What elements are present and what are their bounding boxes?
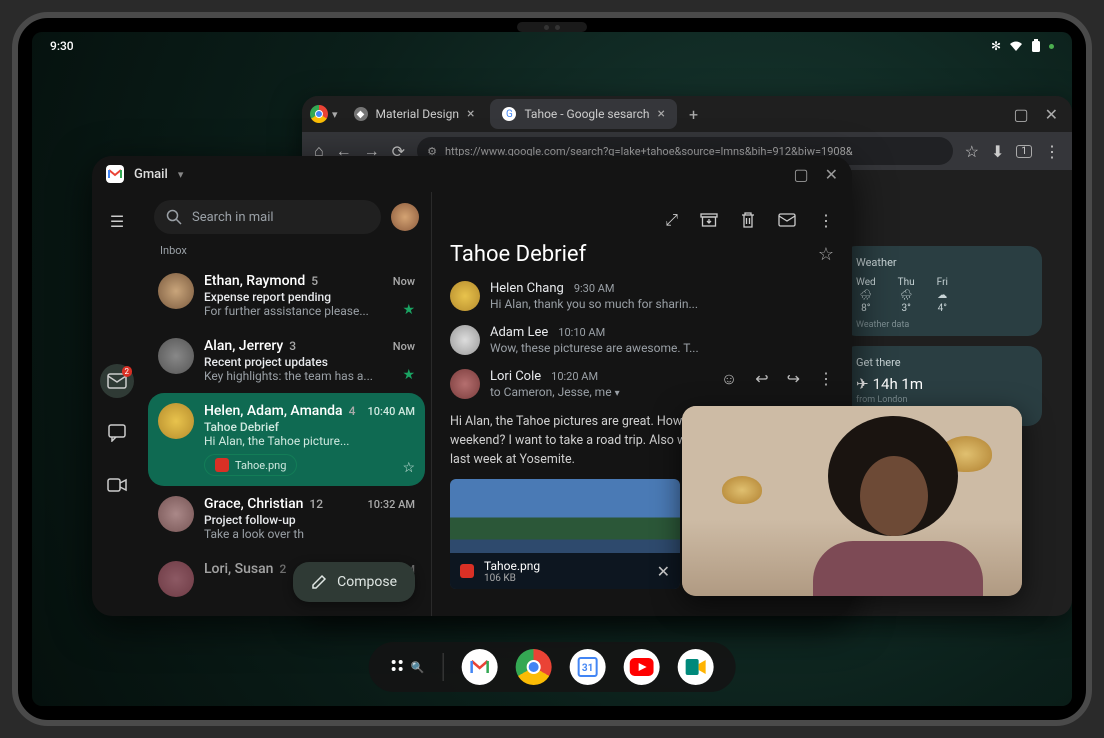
search-icon <box>166 209 182 225</box>
tab-strip: ▾ ◆ Material Design × G Tahoe - Google s… <box>302 96 1072 132</box>
close-icon[interactable]: × <box>658 106 665 122</box>
travel-duration: ✈14h 1m <box>856 375 1028 393</box>
weather-day: Fri☁4° <box>937 277 948 314</box>
download-icon[interactable]: ⬇ <box>991 142 1004 161</box>
delete-icon[interactable] <box>740 211 756 229</box>
app-drawer-icon[interactable]: 🔍 <box>391 659 425 675</box>
emoji-icon[interactable]: ☺ <box>721 369 737 389</box>
image-icon <box>215 458 229 472</box>
message-collapsed[interactable]: Helen Chang9:30 AM Hi Alan, thank you so… <box>450 281 834 311</box>
search-placeholder: Search in mail <box>192 210 274 225</box>
taskbar-youtube-icon[interactable] <box>623 649 659 685</box>
message-expanded[interactable]: Lori Cole10:20 AM to Cameron, Jesse, me … <box>450 369 834 399</box>
more-icon[interactable]: ⋮ <box>818 211 834 230</box>
tab-label: Tahoe - Google sesarch <box>524 107 649 121</box>
weather-card[interactable]: Weather Wed🌧8° Thu🌧3° Fri☁4° Weather dat… <box>842 246 1042 336</box>
star-icon[interactable]: ★ <box>402 302 415 318</box>
bluetooth-icon: ✻ <box>991 39 1001 53</box>
travel-title: Get there <box>856 356 1028 369</box>
svg-text:31: 31 <box>582 663 593 674</box>
status-dot-icon <box>1049 44 1054 49</box>
thread-item[interactable]: Alan, Jerrery3Now Recent project updates… <box>148 328 425 393</box>
taskbar-meet-icon[interactable] <box>677 649 713 685</box>
weather-title: Weather <box>856 256 1028 269</box>
pencil-icon <box>311 574 327 590</box>
inbox-label: Inbox <box>148 234 425 263</box>
new-tab-button[interactable]: + <box>681 105 706 124</box>
tab-tahoe-search[interactable]: G Tahoe - Google sesarch × <box>490 99 677 129</box>
clock: 9:30 <box>50 39 74 53</box>
taskbar-gmail-icon[interactable] <box>461 649 497 685</box>
wifi-icon <box>1009 40 1023 52</box>
star-icon[interactable]: ☆ <box>402 460 415 476</box>
gmail-logo-icon <box>106 165 124 183</box>
maximize-icon[interactable]: ▢ <box>793 165 808 184</box>
thread-list: Search in mail Inbox Ethan, Raymond5Now … <box>142 192 432 616</box>
tabs-count-icon[interactable]: 1 <box>1016 145 1032 158</box>
thread-item[interactable]: Ethan, Raymond5Now Expense report pendin… <box>148 263 425 328</box>
chrome-icon <box>310 105 328 123</box>
attachment-chip[interactable]: Tahoe.png <box>204 454 297 476</box>
thread-item-selected[interactable]: Helen, Adam, Amanda410:40 AM Tahoe Debri… <box>148 393 425 486</box>
meet-icon[interactable] <box>100 468 134 502</box>
chevron-down-icon[interactable]: ▾ <box>332 108 338 121</box>
close-icon[interactable]: × <box>467 106 474 122</box>
mail-icon[interactable]: 2 <box>100 364 134 398</box>
compose-label: Compose <box>337 574 397 590</box>
favicon-icon: ◆ <box>354 107 368 121</box>
taskbar: 🔍 31 <box>369 642 736 692</box>
status-bar: 9:30 ✻ <box>32 32 1072 60</box>
expand-icon[interactable]: ⤢ <box>665 210 678 230</box>
attachment-preview[interactable]: Tahoe.png 106 KB ✕ <box>450 479 680 589</box>
plane-icon: ✈ <box>856 375 869 393</box>
archive-icon[interactable] <box>700 211 718 229</box>
message-collapsed[interactable]: Adam Lee10:10 AM Wow, these picturese ar… <box>450 325 834 355</box>
mail-icon[interactable] <box>778 213 796 227</box>
star-icon[interactable]: ★ <box>402 367 415 383</box>
nav-rail: ☰ 2 <box>92 192 142 616</box>
battery-icon <box>1031 39 1041 53</box>
account-avatar[interactable] <box>391 203 419 231</box>
pip-video[interactable] <box>682 406 1022 596</box>
chat-icon[interactable] <box>100 416 134 450</box>
star-icon[interactable]: ☆ <box>818 244 834 265</box>
search-icon: 🔍 <box>411 661 425 674</box>
forward-icon[interactable]: ↪ <box>787 369 800 388</box>
travel-from: from London <box>856 395 1028 405</box>
menu-icon[interactable]: ☰ <box>100 204 134 238</box>
weather-day: Thu🌧3° <box>898 277 915 314</box>
search-input[interactable]: Search in mail <box>154 200 381 234</box>
more-icon[interactable]: ⋮ <box>818 369 834 388</box>
conversation-subject: Tahoe Debrief <box>450 242 586 267</box>
tab-label: Material Design <box>376 107 459 121</box>
attachment-name: Tahoe.png <box>484 559 540 573</box>
thread-item[interactable]: Grace, Christian1210:32 AM Project follo… <box>148 486 425 551</box>
compose-button[interactable]: Compose <box>293 562 415 602</box>
app-title: Gmail <box>134 167 168 182</box>
tab-material-design[interactable]: ◆ Material Design × <box>342 99 487 129</box>
reply-icon[interactable]: ↩ <box>755 369 768 388</box>
favicon-icon: G <box>502 107 516 121</box>
attachment-size: 106 KB <box>484 573 540 584</box>
maximize-icon[interactable]: ▢ <box>1013 105 1028 124</box>
image-icon <box>460 564 474 578</box>
chevron-down-icon[interactable]: ▾ <box>615 388 620 399</box>
taskbar-calendar-icon[interactable]: 31 <box>569 649 605 685</box>
close-icon[interactable]: ✕ <box>1045 105 1058 124</box>
close-icon[interactable]: ✕ <box>657 562 670 581</box>
chevron-down-icon[interactable]: ▾ <box>178 168 184 181</box>
weather-source: Weather data <box>856 320 1028 330</box>
taskbar-chrome-icon[interactable] <box>515 649 551 685</box>
weather-day: Wed🌧8° <box>856 277 876 314</box>
star-icon[interactable]: ☆ <box>965 142 979 161</box>
gmail-titlebar: Gmail ▾ ▢ ✕ <box>92 156 852 192</box>
close-icon[interactable]: ✕ <box>825 165 838 184</box>
unread-badge: 2 <box>122 366 133 377</box>
more-icon[interactable]: ⋮ <box>1044 142 1060 161</box>
